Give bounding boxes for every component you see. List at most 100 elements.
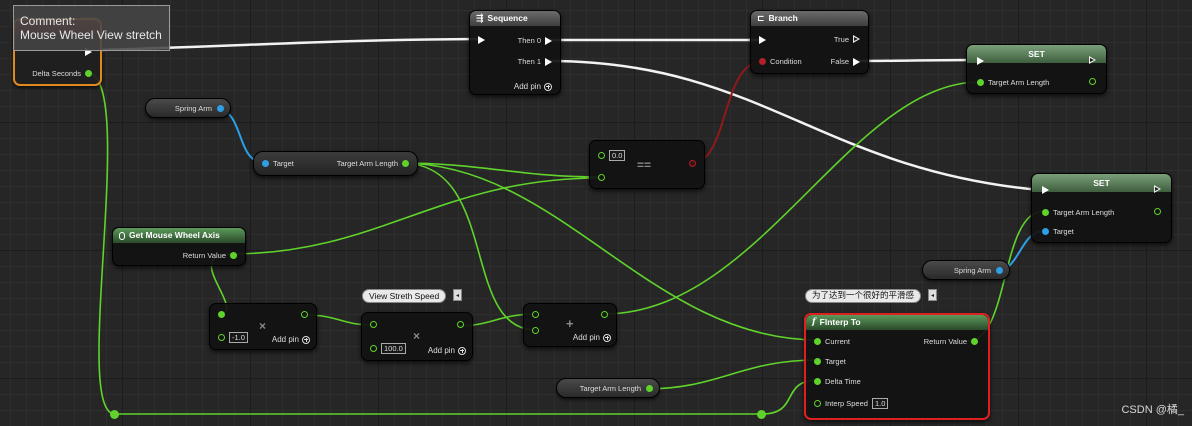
exec-pin-icon[interactable] <box>759 36 766 44</box>
set-output-pin[interactable] <box>1154 208 1161 215</box>
exec-pin-icon[interactable] <box>853 57 860 66</box>
multiply1-add-pin-button[interactable]: Add pin <box>272 335 310 344</box>
set-target-arm-length-node-1[interactable]: SET Target Arm Length <box>966 44 1107 94</box>
add-input-a[interactable] <box>532 311 539 318</box>
finterp-to-node[interactable]: f FInterp To Current Target Delta Time I… <box>804 313 990 420</box>
set-target-arm-length-pin[interactable]: Target Arm Length <box>1042 208 1114 217</box>
get-target-arm-length-out[interactable]: Target Arm Length <box>337 159 409 168</box>
equals-input-a[interactable]: 0.0 <box>598 150 626 161</box>
finterp-target-pin[interactable]: Target <box>814 357 846 366</box>
multiply1-input-a[interactable] <box>218 311 225 318</box>
bool-pin-icon[interactable] <box>759 58 766 65</box>
sequence-node[interactable]: ⇶ Sequence Then 0 Then 1 Add pin <box>469 10 561 95</box>
branch-node[interactable]: ⊏ Branch Condition True False <box>750 10 869 74</box>
multiply1-input-b[interactable]: -1.0 <box>218 332 248 343</box>
float-pin-icon[interactable] <box>85 70 92 77</box>
exec-pin-icon[interactable] <box>545 36 552 45</box>
float-pin-outline-icon[interactable] <box>532 311 539 318</box>
float-pin-outline-icon[interactable] <box>598 152 605 159</box>
set-exec-in[interactable] <box>1042 186 1049 194</box>
float-pin-outline-icon[interactable] <box>598 174 605 181</box>
set-exec-out[interactable] <box>1089 56 1096 65</box>
multiply2-input-b[interactable]: 100.0 <box>370 343 406 354</box>
add-node[interactable]: + Add pin <box>523 303 617 347</box>
multiply1-default-value[interactable]: -1.0 <box>229 332 248 343</box>
get-mouse-wheel-axis-node[interactable]: Get Mouse Wheel Axis Return Value <box>112 227 246 266</box>
sequence-exec-in[interactable] <box>478 36 485 44</box>
get-target-arm-length-node[interactable]: Target Target Arm Length <box>253 151 418 176</box>
set-target-pin[interactable]: Target <box>1042 227 1074 236</box>
exec-pin-icon[interactable] <box>977 57 984 65</box>
float-pin-icon[interactable] <box>814 358 821 365</box>
collapse-bubble-icon[interactable]: ◂ <box>928 289 937 301</box>
float-pin-icon[interactable] <box>646 384 653 392</box>
float-pin-outline-icon[interactable] <box>601 311 608 318</box>
branch-condition-pin[interactable]: Condition <box>759 57 802 66</box>
equals-node[interactable]: 0.0 == <box>589 140 705 189</box>
spring-arm-variable-2[interactable]: Spring Arm <box>922 260 1010 280</box>
interp-speed-value[interactable]: 1.0 <box>871 398 889 409</box>
finterp-interp-speed-pin[interactable]: Interp Speed 1.0 <box>814 398 889 409</box>
float-pin-outline-icon[interactable] <box>218 334 225 341</box>
branch-true-pin[interactable]: True <box>834 35 860 44</box>
sequence-add-pin-button[interactable]: Add pin <box>514 82 552 91</box>
delta-seconds-pin[interactable]: Delta Seconds <box>32 69 92 78</box>
mouse-wheel-return-value[interactable]: Return Value <box>183 251 237 260</box>
float-pin-outline-icon[interactable] <box>1154 208 1161 215</box>
float-pin-outline-icon[interactable] <box>370 345 377 352</box>
target-arm-length-variable[interactable]: Target Arm Length <box>556 378 660 398</box>
object-pin-icon[interactable] <box>217 104 224 112</box>
multiply1-output[interactable] <box>301 311 308 318</box>
branch-false-pin[interactable]: False <box>831 57 860 66</box>
multiply2-output[interactable] <box>457 321 464 328</box>
exec-pin-outline-icon[interactable] <box>853 35 860 44</box>
float-pin-icon[interactable] <box>402 160 409 167</box>
multiply2-input-a[interactable] <box>370 321 377 328</box>
float-pin-outline-icon[interactable] <box>1089 78 1096 85</box>
set-output-pin[interactable] <box>1089 78 1096 85</box>
equals-input-b[interactable] <box>598 174 605 181</box>
set-target-arm-length-node-2[interactable]: SET Target Arm Length Target <box>1031 173 1172 243</box>
exec-pin-icon[interactable] <box>545 57 552 66</box>
object-pin-icon[interactable] <box>1042 228 1049 235</box>
object-pin-icon[interactable] <box>262 160 269 167</box>
reroute-knot-1[interactable] <box>110 410 119 419</box>
float-pin-icon[interactable] <box>218 311 225 318</box>
multiply-node-1[interactable]: -1.0 × Add pin <box>209 303 317 350</box>
exec-pin-outline-icon[interactable] <box>1089 56 1096 65</box>
branch-exec-in[interactable] <box>759 36 766 44</box>
exec-pin-icon[interactable] <box>1042 186 1049 194</box>
set-exec-in[interactable] <box>977 57 984 65</box>
add-input-b[interactable] <box>532 327 539 334</box>
spring-arm-variable-1[interactable]: Spring Arm <box>145 98 231 118</box>
add-output[interactable] <box>601 311 608 318</box>
multiply2-add-pin-button[interactable]: Add pin <box>428 346 466 355</box>
finterp-delta-time-pin[interactable]: Delta Time <box>814 377 861 386</box>
get-target-pin[interactable]: Target <box>262 159 294 168</box>
float-pin-icon[interactable] <box>971 338 978 345</box>
reroute-knot-2[interactable] <box>757 410 766 419</box>
float-pin-icon[interactable] <box>814 378 821 385</box>
multiply2-default-value[interactable]: 100.0 <box>381 343 406 354</box>
collapse-bubble-icon[interactable]: ◂ <box>453 289 462 301</box>
float-pin-icon[interactable] <box>977 79 984 86</box>
equals-default-value[interactable]: 0.0 <box>609 150 626 161</box>
object-pin-icon[interactable] <box>996 266 1003 274</box>
bool-pin-outline-icon[interactable] <box>689 160 696 167</box>
set-target-arm-length-pin[interactable]: Target Arm Length <box>977 78 1049 87</box>
float-pin-icon[interactable] <box>814 338 821 345</box>
float-pin-icon[interactable] <box>230 252 237 259</box>
equals-output[interactable] <box>689 160 696 167</box>
float-pin-outline-icon[interactable] <box>370 321 377 328</box>
sequence-then0-pin[interactable]: Then 0 <box>518 36 552 45</box>
finterp-return-value-pin[interactable]: Return Value <box>924 337 978 346</box>
float-pin-outline-icon[interactable] <box>457 321 464 328</box>
float-pin-outline-icon[interactable] <box>301 311 308 318</box>
set-exec-out[interactable] <box>1154 185 1161 194</box>
finterp-current-pin[interactable]: Current <box>814 337 850 346</box>
float-pin-outline-icon[interactable] <box>532 327 539 334</box>
exec-pin-icon[interactable] <box>478 36 485 44</box>
multiply-node-2[interactable]: 100.0 × Add pin <box>361 312 473 361</box>
sequence-then1-pin[interactable]: Then 1 <box>518 57 552 66</box>
float-pin-icon[interactable] <box>1042 209 1049 216</box>
